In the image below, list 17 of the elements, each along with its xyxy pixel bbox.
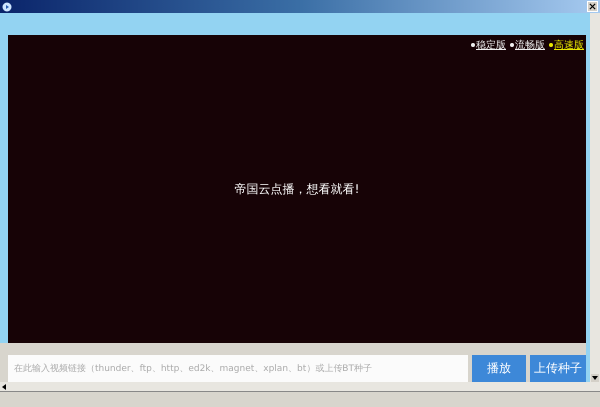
url-input-field[interactable]: 在此输入视频链接（thunder、ftp、http、ed2k、magnet、xplan、bt）或上传BT种子 [8, 355, 468, 382]
horizontal-scrollbar[interactable] [0, 382, 600, 391]
vertical-scrollbar[interactable] [590, 13, 600, 382]
bullet-icon [510, 43, 514, 47]
close-icon [589, 3, 596, 10]
player-message: 帝国云点播，想看就看! [234, 180, 360, 198]
close-button[interactable] [587, 1, 598, 12]
app-icon [2, 2, 12, 12]
action-button[interactable]: 上传种子 [530, 355, 586, 382]
action-button[interactable]: 播放 [472, 355, 526, 382]
scroll-left-arrow-icon[interactable] [0, 382, 8, 390]
bullet-icon [549, 43, 553, 47]
bullet-icon [471, 43, 475, 47]
scroll-down-arrow-icon[interactable] [591, 374, 599, 382]
version-link[interactable]: 稳定版 [471, 38, 506, 52]
version-link[interactable]: 流畅版 [510, 38, 545, 52]
version-link[interactable]: 高速版 [549, 38, 584, 52]
